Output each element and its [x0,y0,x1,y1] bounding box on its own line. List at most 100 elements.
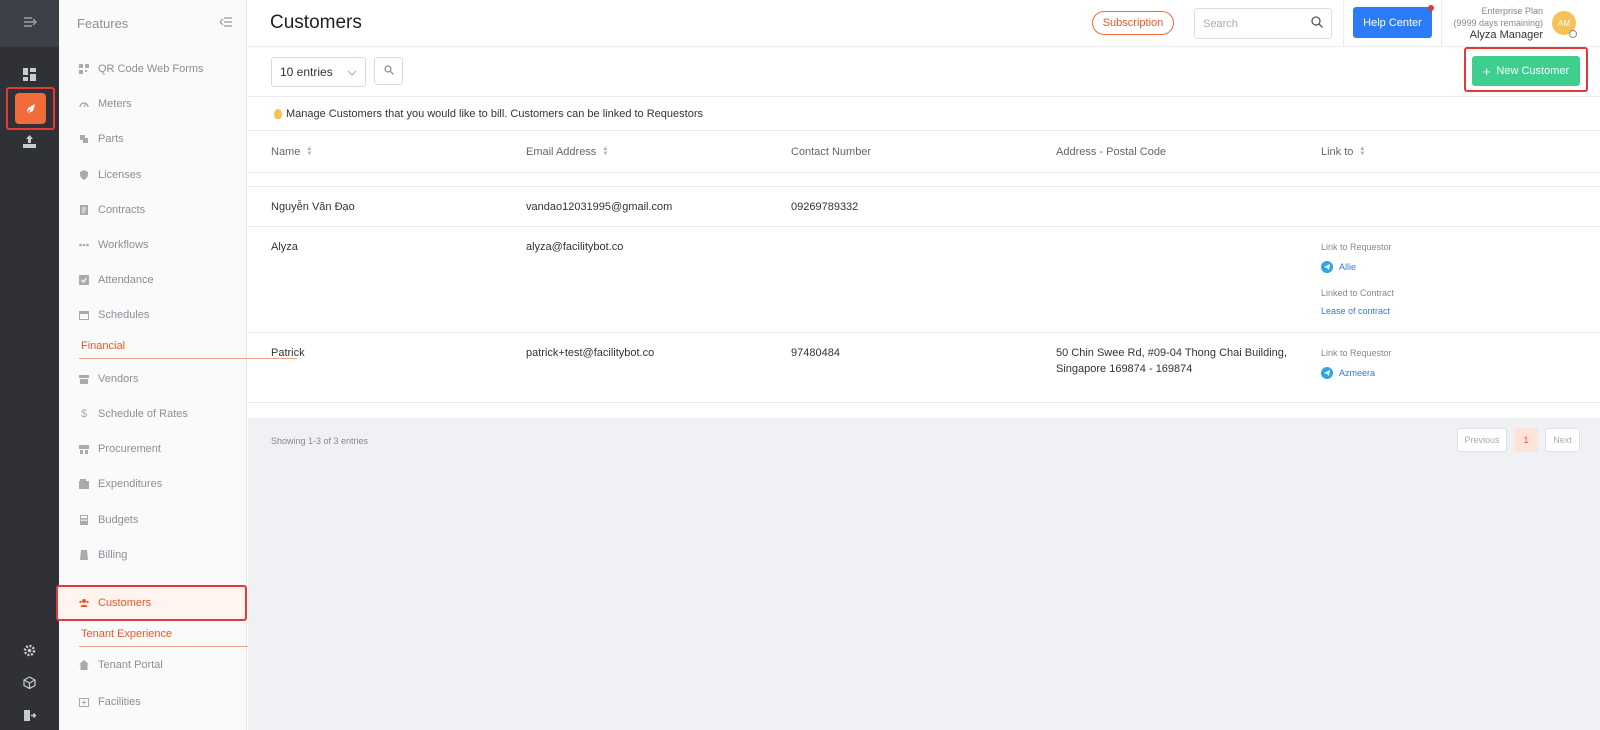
sidebar-item-contracts[interactable]: Contracts [59,195,247,225]
requestor-name: Allie [1339,262,1357,272]
sidebar-item-label: Licenses [98,169,142,181]
collapse-button[interactable] [0,0,59,47]
cell-name: Patrick [271,347,305,359]
sidebar-item-label: Schedule of Rates [98,408,188,420]
column-label: Address - Postal Code [1056,146,1167,158]
shield-icon [79,170,89,180]
calendar-icon [79,310,89,320]
next-button[interactable]: Next [1545,428,1580,452]
cell-contact: 97480484 [791,347,840,359]
requestor-link[interactable]: Allie [1321,259,1394,275]
lightbulb-icon [274,108,282,119]
sidebar-item-parts[interactable]: Parts [59,124,247,154]
new-customer-label: New Customer [1496,65,1570,77]
cell-contact: 09269789332 [791,201,859,213]
users-icon [79,598,89,608]
sidebar-item-licenses[interactable]: Licenses [59,160,247,190]
sidebar-item-label: Schedules [98,309,150,321]
wallet-icon [79,479,89,489]
telegram-icon [1321,261,1333,273]
sidebar-item-label: Expenditures [98,478,163,490]
settings-icon[interactable] [0,642,59,658]
sidebar-item-label: Vendors [98,373,139,385]
logout-icon[interactable] [0,707,59,723]
sidebar-item-procurement[interactable]: Procurement [59,434,247,464]
address-line: Singapore 169874 - 169874 [1056,363,1193,375]
sidebar-item-label: Workflows [98,239,149,251]
features-icon[interactable] [15,93,46,124]
sidebar-item-workflows[interactable]: Workflows [59,230,247,260]
requestor-link[interactable]: Azmeera [1321,365,1392,381]
entries-value: 10 entries [280,65,333,79]
address-line: 50 Chin Swee Rd, #09-04 Thong Chai Build… [1056,347,1287,359]
sidebar-item-schedule-of-rates[interactable]: $ Schedule of Rates [59,399,247,429]
subscription-button[interactable]: Subscription [1092,11,1174,35]
table-row[interactable]: Patrick patrick+test@facilitybot.co 9748… [248,333,1600,403]
collapse-sidebar-icon[interactable] [219,16,232,30]
package-icon[interactable] [0,674,59,690]
contract-link[interactable]: Lease of contract [1321,303,1394,319]
search-placeholder: Search [1203,17,1238,30]
search-icon [383,64,394,78]
section-tenant-experience: Tenant Experience [81,628,173,640]
search-input[interactable]: Search [1194,8,1332,39]
contract-icon [79,205,89,215]
facility-icon [79,697,89,707]
top-header: Customers Subscription Search Help Cente… [248,0,1600,47]
previous-button[interactable]: Previous [1457,428,1507,452]
sidebar-item-vendors[interactable]: Vendors [59,364,247,394]
entries-select[interactable]: 10 entries [271,57,366,87]
column-header-link[interactable]: Link to ▲ ▼ [1321,146,1365,158]
sidebar-item-billing[interactable]: Billing [59,540,247,570]
sidebar-item-facilities[interactable]: Facilities [59,687,247,717]
page-1-button[interactable]: 1 [1514,428,1538,452]
workflow-icon [79,240,89,250]
sidebar-item-expenditures[interactable]: Expenditures [59,469,247,499]
table-row[interactable]: Nguyễn Văn Đạo vandao12031995@gmail.com … [248,187,1600,227]
calculator-icon [79,515,89,525]
sidebar-item-attendance[interactable]: Attendance [59,265,247,295]
new-customer-button[interactable]: + New Customer [1472,56,1580,86]
help-center-button[interactable]: Help Center [1353,7,1432,38]
plan-remaining: (9999 days remaining) [1453,18,1543,28]
header-divider [1441,0,1442,47]
sidebar-item-qr-code-web-forms[interactable]: QR Code Web Forms [59,54,247,84]
column-header-name[interactable]: Name ▲ ▼ [271,146,312,158]
entries-summary: Showing 1-3 of 3 entries [271,436,369,446]
sidebar-item-tenant-portal[interactable]: Tenant Portal [59,650,247,680]
sidebar-item-label: Contracts [98,204,146,216]
qr-icon [79,64,89,74]
sidebar-item-label: Procurement [98,443,161,455]
table-header: Name ▲ ▼ Email Address ▲ ▼ Contact Number … [248,131,1600,173]
cell-name: Alyza [271,241,298,253]
table-row[interactable]: Alyza alyza@facilitybot.co Link to Reque… [248,227,1600,333]
header-divider [1343,0,1344,47]
sidebar-item-budgets[interactable]: Budgets [59,505,247,535]
cell-email: vandao12031995@gmail.com [526,201,673,213]
table-search-button[interactable] [374,57,403,85]
sidebar-item-label: Customers [98,597,152,609]
sidebar-item-customers[interactable]: Customers [59,588,247,618]
user-name[interactable]: Alyza Manager [1443,29,1543,41]
column-label: Name [271,146,301,158]
sidebar-item-label: Tenant Portal [98,659,163,671]
reports-icon[interactable] [0,133,59,149]
column-header-email[interactable]: Email Address ▲ ▼ [526,146,608,158]
billing-icon [79,550,89,560]
sort-icon: ▲ ▼ [1359,146,1366,157]
cell-link: Link to Requestor Allie Linked to Contra… [1321,239,1394,319]
cell-address: 50 Chin Swee Rd, #09-04 Thong Chai Build… [1056,345,1287,377]
status-indicator [1569,30,1577,38]
plan-info: Enterprise Plan (9999 days remaining) Al… [1443,5,1543,41]
info-text: Manage Customers that you would like to … [286,107,703,120]
table-footer: Showing 1-3 of 3 entries Previous 1 Next [248,418,1600,730]
sidebar-item-schedules[interactable]: Schedules [59,300,247,330]
app-rail [0,0,59,730]
link-requestor-label: Link to Requestor [1321,348,1392,358]
sidebar-item-label: Billing [98,549,128,561]
column-label: Contact Number [791,146,872,158]
sidebar-item-meters[interactable]: Meters [59,89,247,119]
dashboard-icon[interactable] [0,66,59,82]
cell-link: Link to Requestor Azmeera [1321,345,1392,381]
column-label: Email Address [526,146,597,158]
